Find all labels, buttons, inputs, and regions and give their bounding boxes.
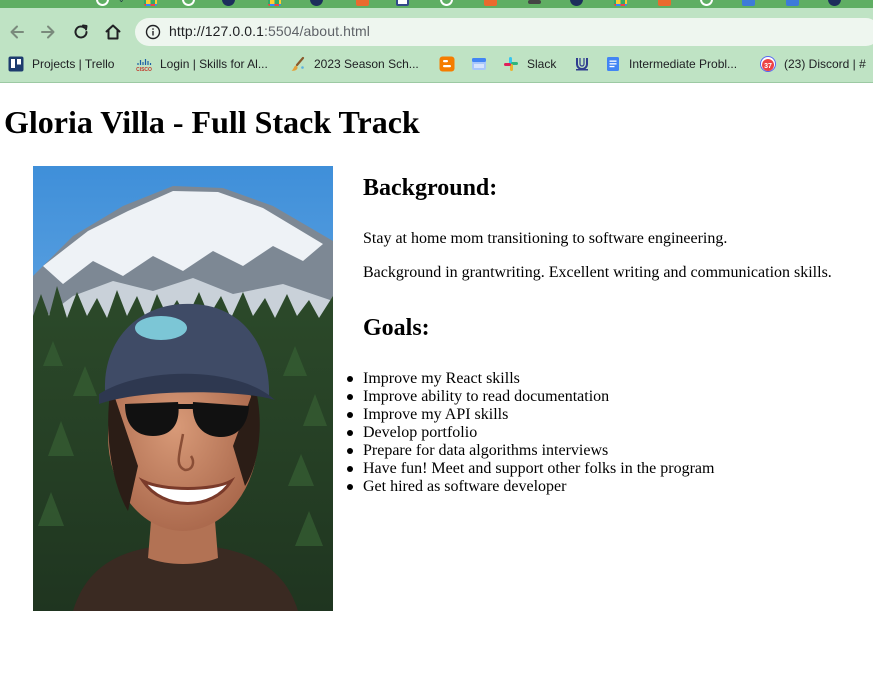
url-host: http://127.0.0.1: [169, 23, 265, 39]
goal-item: Get hired as software developer: [346, 478, 714, 496]
bookmark-season-schedule[interactable]: 2023 Season Sch...: [290, 55, 419, 73]
tab-favicon[interactable]: [828, 0, 841, 6]
reload-button[interactable]: [67, 18, 95, 46]
bookmark-label: Slack: [527, 57, 557, 71]
goal-item: Improve my React skills: [346, 370, 714, 388]
tab-favicon[interactable]: [742, 0, 755, 6]
background-heading: Background:: [363, 175, 498, 201]
docs-icon: [607, 57, 619, 71]
cisco-icon: CISCO: [136, 59, 152, 72]
reload-icon: [74, 24, 88, 39]
tab-favicon[interactable]: [570, 0, 583, 6]
goals-list: Improve my React skills Improve ability …: [346, 370, 715, 496]
tab-favicon[interactable]: [182, 0, 195, 6]
bookmark-unicorn[interactable]: [574, 55, 590, 73]
page-content: Gloria Villa - Full Stack Track Backgrou…: [0, 84, 873, 680]
bookmarks-bar: Projects | Trello CISCO Login | Skills f…: [0, 53, 873, 75]
bookmark-label: Intermediate Probl...: [629, 57, 738, 71]
tab-favicon[interactable]: [396, 0, 409, 6]
bookmark-discord[interactable]: 37 (23) Discord | #: [760, 55, 866, 73]
address-bar[interactable]: http://127.0.0.1:5504/about.html: [135, 18, 873, 46]
forward-button[interactable]: [34, 18, 62, 46]
bookmark-calendar[interactable]: [471, 55, 487, 73]
background-paragraph: Background in grantwriting. Excellent wr…: [363, 264, 832, 281]
goal-item: Develop portfolio: [346, 424, 714, 442]
unicorn-icon: [576, 58, 588, 71]
page-title: Gloria Villa - Full Stack Track: [4, 104, 420, 140]
home-icon: [105, 24, 121, 40]
tab-favicon[interactable]: [96, 0, 109, 6]
discord-icon: 37: [760, 56, 776, 72]
profile-photo: [33, 166, 333, 611]
back-arrow-icon: [10, 25, 24, 39]
bookmark-slack[interactable]: Slack: [503, 55, 556, 73]
bookmark-label: (23) Discord | #: [784, 57, 866, 71]
tab-favicon[interactable]: [528, 0, 541, 4]
tab-close-icon[interactable]: ⌄: [118, 0, 125, 4]
bookmark-skills-login[interactable]: CISCO Login | Skills for Al...: [136, 55, 268, 73]
tab-favicon[interactable]: [440, 0, 453, 6]
tab-favicon[interactable]: [222, 0, 235, 6]
tab-favicon[interactable]: [700, 0, 713, 6]
url-text[interactable]: http://127.0.0.1:5504/about.html: [169, 23, 370, 39]
bookmark-label: 2023 Season Sch...: [314, 57, 419, 71]
bookmark-blogger[interactable]: [439, 55, 455, 73]
slack-icon: [504, 57, 518, 71]
browser-chrome: ⌄: [0, 0, 873, 83]
goals-heading: Goals:: [363, 315, 430, 341]
tab-favicon[interactable]: [356, 0, 369, 6]
tab-favicon[interactable]: [484, 0, 497, 6]
tab-favicon[interactable]: [786, 0, 799, 6]
tab-favicon[interactable]: [144, 0, 157, 6]
calendar-icon: [472, 58, 486, 70]
tab-favicon[interactable]: [310, 0, 323, 6]
navigation-bar: http://127.0.0.1:5504/about.html: [0, 12, 873, 52]
home-button[interactable]: [99, 18, 127, 46]
back-button[interactable]: [3, 18, 31, 46]
discord-badge: 37: [764, 63, 772, 70]
bookmark-label: Login | Skills for Al...: [160, 57, 268, 71]
goal-item: Have fun! Meet and support other folks i…: [346, 460, 715, 477]
tab-favicon[interactable]: [268, 0, 281, 6]
blogger-icon: [439, 56, 455, 72]
goal-item: Prepare for data algorithms interviews: [346, 442, 714, 460]
site-info-icon[interactable]: [145, 24, 161, 40]
svg-text:CISCO: CISCO: [136, 67, 152, 72]
profile-photo-illustration: [33, 166, 333, 611]
trello-icon: [8, 56, 24, 72]
background-paragraph: Stay at home mom transitioning to softwa…: [363, 230, 728, 247]
bookmark-intermediate-problems[interactable]: Intermediate Probl...: [605, 55, 737, 73]
goal-item: Improve ability to read documentation: [346, 388, 714, 406]
url-path: :5504/about.html: [264, 23, 370, 39]
paintbrush-icon: [291, 56, 305, 71]
forward-arrow-icon: [41, 25, 55, 39]
tab-favicon[interactable]: [614, 0, 627, 6]
bookmark-label: Projects | Trello: [32, 57, 115, 71]
goal-item: Improve my API skills: [346, 406, 714, 424]
tab-favicon[interactable]: [658, 0, 671, 6]
tab-strip[interactable]: ⌄: [0, 0, 873, 8]
bookmark-trello[interactable]: Projects | Trello: [8, 55, 114, 73]
